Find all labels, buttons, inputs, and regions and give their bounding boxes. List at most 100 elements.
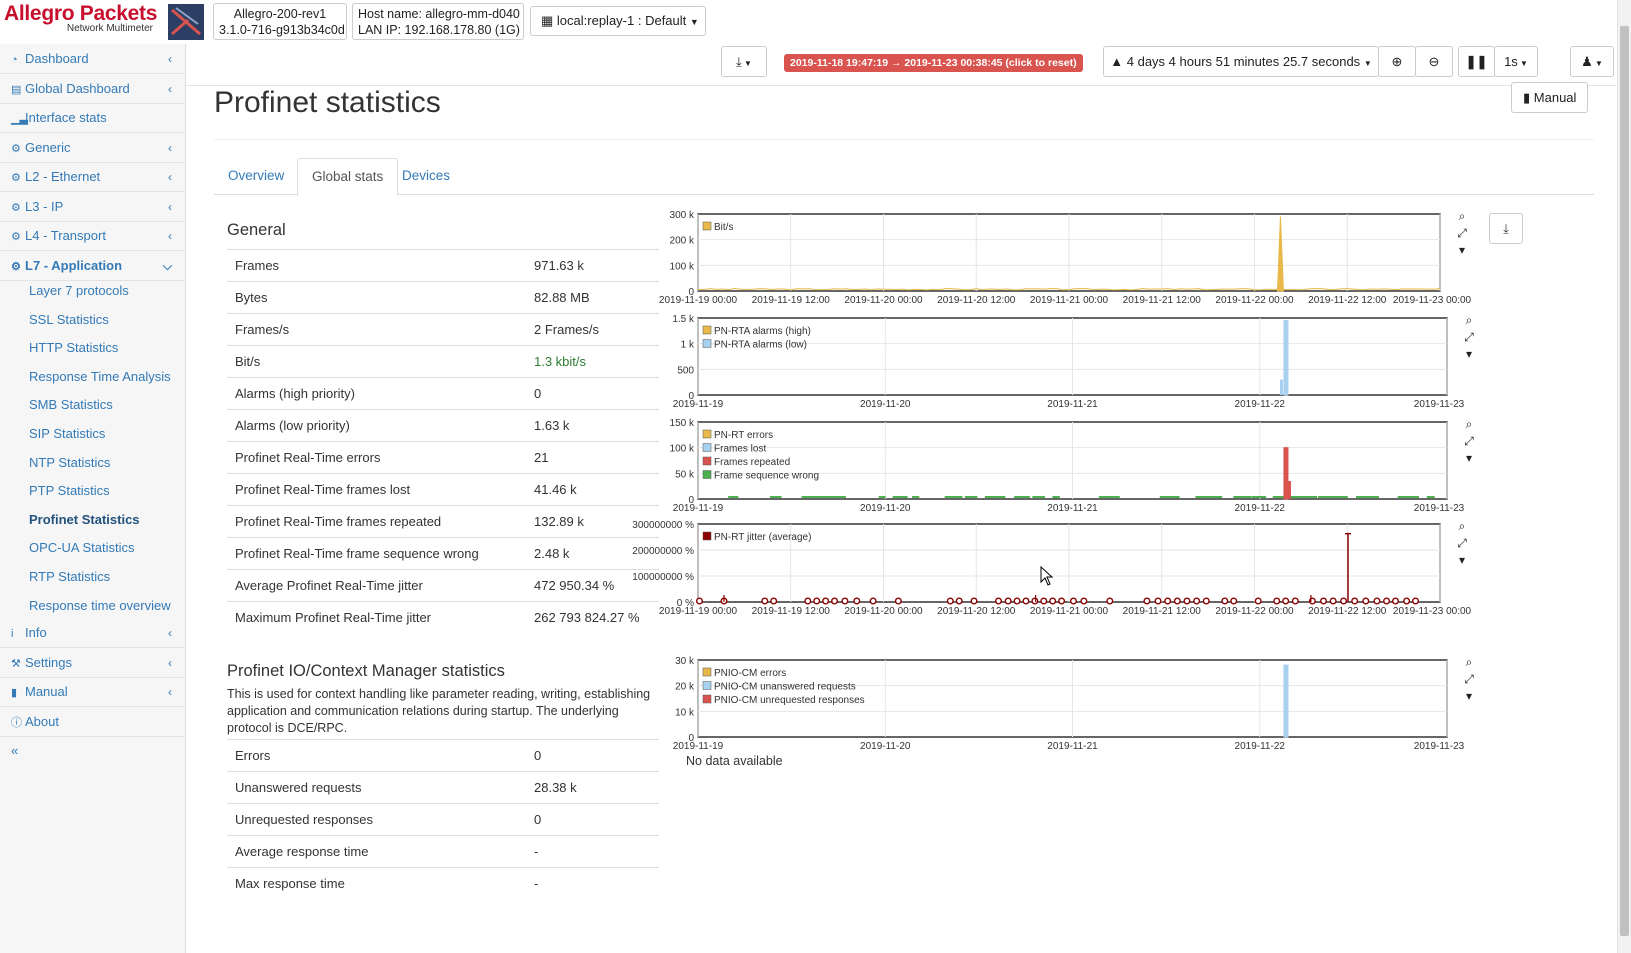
caret-down-icon[interactable]: ▾: [1461, 688, 1477, 704]
sidebar-sub-rtp-statistics[interactable]: RTP Statistics: [0, 563, 186, 591]
y-tick-label: 200 k: [670, 236, 695, 247]
caret-down-icon[interactable]: ▾: [1454, 552, 1470, 568]
legend-label[interactable]: PNIO-CM unanswered requests: [714, 682, 856, 693]
bar-frame-sequence-wrong: [1169, 496, 1180, 498]
legend-label[interactable]: Frames lost: [714, 444, 766, 455]
search-icon[interactable]: ⌕: [1461, 416, 1477, 432]
bar-frame-sequence-wrong: [1014, 496, 1030, 498]
chart-3[interactable]: 2019-11-19 2019-11-20 2019-11-21 2019-11-22…: [632, 418, 1465, 529]
jitter-point: [894, 597, 902, 605]
search-icon[interactable]: ⌕: [1461, 654, 1477, 670]
duration-selector[interactable]: ▲ 4 days 4 hours 51 minutes 25.7 seconds…: [1103, 46, 1379, 77]
manual-button[interactable]: ▮ Manual: [1511, 82, 1589, 113]
zoom-out-button[interactable]: ⊖: [1415, 46, 1453, 77]
sidebar-sub-ptp-statistics[interactable]: PTP Statistics: [0, 477, 186, 505]
legend-swatch: [702, 694, 712, 704]
host-info[interactable]: Host name: allegro-mm-d040 LAN IP: 192.1…: [352, 3, 524, 40]
download-menu-button[interactable]: ⤓ ▼: [721, 46, 767, 77]
sidebar-item-manual[interactable]: ▮ Manual ‹: [0, 677, 186, 707]
interval-selector[interactable]: 1s ▼: [1494, 46, 1538, 77]
search-icon[interactable]: ⌕: [1454, 518, 1470, 534]
caret-down-icon[interactable]: ▾: [1454, 242, 1470, 258]
sidebar-item-l2-ethernet[interactable]: ⚙ L2 - Ethernet ‹: [0, 162, 186, 192]
jitter-point: [1254, 597, 1262, 605]
sidebar-sub-profinet-statistics[interactable]: Profinet Statistics: [0, 506, 186, 534]
legend-label[interactable]: Frames repeated: [714, 457, 790, 468]
compress-icon[interactable]: ⤢: [1454, 225, 1470, 241]
x-tick-label: 2019-11-21 00:00: [1030, 606, 1109, 617]
x-tick-label: 2019-11-19: [673, 503, 724, 514]
sidebar-item-dashboard[interactable]: ◔ Dashboard ‹: [0, 44, 186, 74]
sidebar-item-l7-application[interactable]: ⚙ L7 - Application ⌵: [0, 251, 186, 281]
sidebar-sub-response-time-analysis[interactable]: Response Time Analysis: [0, 363, 186, 391]
pause-button[interactable]: ❚❚: [1458, 46, 1495, 77]
sidebar-sub-response-time-overview[interactable]: Response time overview: [0, 592, 186, 620]
sidebar-item-generic[interactable]: ⚙ Generic ‹: [0, 133, 186, 163]
chart-1[interactable]: 2019-11-19 00:00 2019-11-19 12:00 2019-11-…: [632, 210, 1472, 319]
jitter-point: [1022, 597, 1030, 605]
sidebar-item-l4-transport[interactable]: ⚙ L4 - Transport ‹: [0, 221, 186, 251]
sidebar-sub-http-statistics[interactable]: HTTP Statistics: [0, 334, 186, 362]
x-tick-label: 2019-11-21 12:00: [1123, 606, 1202, 617]
sidebar-item-l3-ip[interactable]: ⚙ L3 - IP ‹: [0, 192, 186, 222]
caret-down-icon: ▼: [1517, 59, 1528, 68]
legend-label[interactable]: PNIO-CM unrequested responses: [714, 695, 865, 706]
device-info[interactable]: Allegro-200-rev1 3.1.0-716-g913b34c0d: [213, 3, 347, 40]
sidebar-sub-layer-7-protocols[interactable]: Layer 7 protocols: [0, 277, 186, 305]
caret-down-icon[interactable]: ▾: [1461, 346, 1477, 362]
tab-overview[interactable]: Overview: [214, 158, 298, 195]
sidebar-sub-ntp-statistics[interactable]: NTP Statistics: [0, 449, 186, 477]
legend-swatch: [702, 443, 712, 452]
chart-download-button[interactable]: ⤓: [1489, 213, 1523, 244]
sidebar-collapse-button[interactable]: «: [0, 736, 186, 766]
table-row: Errors 0: [227, 739, 659, 771]
tab-global-stats[interactable]: Global stats: [297, 158, 399, 196]
scrollbar-thumb[interactable]: [1620, 26, 1629, 936]
legend-label[interactable]: PN-RTA alarms (high): [714, 326, 811, 337]
sidebar-item-interface-stats[interactable]: ▁▃Interface stats: [0, 103, 186, 133]
sidebar-sub-opc-ua-statistics[interactable]: OPC-UA Statistics: [0, 534, 186, 562]
tab-devices[interactable]: Devices: [388, 158, 464, 195]
compress-icon[interactable]: ⤢: [1454, 535, 1470, 551]
compress-icon[interactable]: ⤢: [1461, 329, 1477, 345]
legend-label[interactable]: PN-RT jitter (average): [714, 532, 811, 543]
chart-5[interactable]: 2019-11-19 2019-11-20 2019-11-21 2019-11-22…: [632, 656, 1465, 767]
time-range-reset-button[interactable]: 2019-11-18 19:47:19 → 2019-11-23 00:38:4…: [784, 54, 1083, 72]
legend-label[interactable]: Bit/s: [714, 222, 733, 233]
zoom-in-button[interactable]: ⊕: [1378, 46, 1416, 77]
search-icon[interactable]: ⌕: [1454, 208, 1470, 224]
tab-bar: Overview Global stats Devices: [214, 158, 1594, 196]
compress-icon[interactable]: ⤢: [1461, 671, 1477, 687]
compress-icon[interactable]: ⤢: [1461, 433, 1477, 449]
page-scrollbar[interactable]: [1617, 0, 1631, 953]
sidebar-item-global-dashboard[interactable]: ▤ Global Dashboard ‹: [0, 74, 186, 104]
stat-value: -: [534, 844, 539, 859]
search-icon[interactable]: ⌕: [1461, 312, 1477, 328]
legend-label[interactable]: PN-RT errors: [714, 430, 773, 441]
jitter-point: [1202, 597, 1210, 605]
sidebar-item-info[interactable]: i Info ‹: [0, 618, 186, 648]
legend-label[interactable]: PNIO-CM errors: [714, 668, 786, 679]
user-menu-button[interactable]: ♟ ▼: [1570, 46, 1614, 77]
sidebar-sub-sip-statistics[interactable]: SIP Statistics: [0, 420, 186, 448]
sidebar-item-settings[interactable]: ⚒ Settings ‹: [0, 648, 186, 678]
y-tick-label: 200000000 %: [632, 546, 694, 557]
caret-down-icon[interactable]: ▾: [1461, 450, 1477, 466]
sidebar-item-about[interactable]: ⓘ About: [0, 707, 186, 737]
y-tick-label: 100 k: [670, 261, 695, 272]
legend-swatch: [702, 221, 712, 231]
legend-label[interactable]: PN-RTA alarms (low): [714, 340, 807, 351]
sidebar-item-label: Interface stats: [25, 110, 107, 125]
bar-frame-sequence-wrong: [912, 496, 920, 498]
legend-label[interactable]: Frame sequence wrong: [714, 471, 819, 482]
y-tick-label: 30 k: [675, 656, 695, 667]
jitter-point: [1154, 597, 1162, 605]
replay-selector[interactable]: ▦ local:replay-1 : Default ▼: [530, 6, 706, 36]
jitter-point: [1403, 597, 1411, 605]
brand-logo[interactable]: Allegro Packets Network Multimeter: [4, 2, 157, 40]
sidebar-sub-ssl-statistics[interactable]: SSL Statistics: [0, 306, 186, 334]
chart-2[interactable]: 2019-11-19 2019-11-20 2019-11-21 2019-11-22…: [632, 314, 1464, 425]
stat-label: Bit/s: [235, 354, 261, 369]
sidebar-sub-smb-statistics[interactable]: SMB Statistics: [0, 391, 186, 419]
x-tick-label: 2019-11-21: [1047, 399, 1098, 410]
